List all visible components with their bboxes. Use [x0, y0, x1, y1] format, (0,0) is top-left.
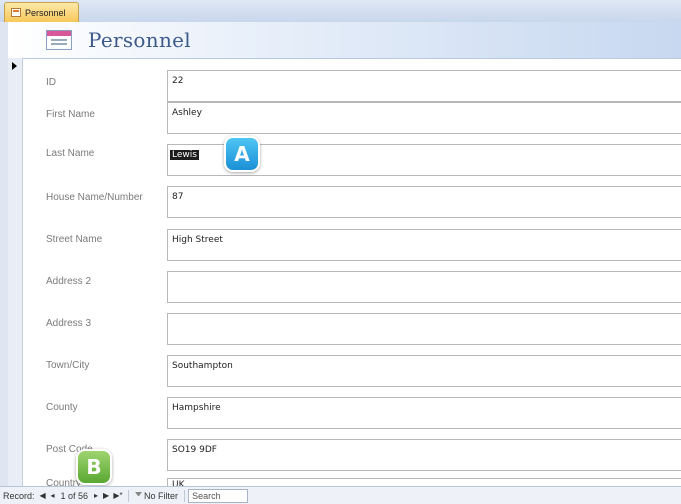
field-value: Hampshire	[172, 403, 221, 413]
callout-a-badge: A	[224, 136, 260, 172]
form-icon	[11, 8, 21, 17]
field-label: House Name/Number	[46, 192, 143, 203]
form-header: Personnel	[8, 22, 681, 59]
record-navigation-bar: Record: ◀ ◂ 1 of 56 ▸ ▶ ▶* No Filter Sea…	[0, 486, 681, 504]
field-label: Address 3	[46, 318, 92, 329]
filter-label: No Filter	[144, 490, 179, 501]
field-value: SO19 9DF	[172, 445, 217, 455]
field-label: ID	[46, 77, 56, 88]
record-label: Record:	[3, 490, 35, 501]
current-record-input[interactable]: 1 of 56	[58, 488, 92, 503]
divider	[184, 489, 186, 502]
field-label: Last Name	[46, 148, 95, 159]
previous-record-button[interactable]: ◂	[48, 490, 58, 502]
divider	[128, 489, 130, 502]
address-3-field[interactable]	[167, 313, 681, 345]
field-value: 22	[172, 76, 184, 86]
field-label: Street Name	[46, 234, 103, 245]
street-name-field[interactable]: High Street	[167, 229, 681, 261]
page-title: Personnel	[88, 28, 191, 52]
post-code-field[interactable]: SO19 9DF	[167, 439, 681, 471]
new-record-button[interactable]: ▶*	[111, 490, 125, 502]
field-label: Town/City	[46, 360, 90, 371]
id-field[interactable]: 22	[167, 70, 681, 102]
document-tab-bar: Personnel	[0, 0, 681, 23]
county-field[interactable]: Hampshire	[167, 397, 681, 429]
field-value: High Street	[172, 235, 223, 245]
first-record-button[interactable]: ◀	[38, 490, 48, 502]
form-header-icon	[46, 30, 72, 50]
next-record-button[interactable]: ▸	[91, 490, 101, 502]
filter-icon	[135, 492, 143, 499]
current-record-arrow-icon	[12, 62, 17, 70]
search-input[interactable]: Search	[188, 488, 249, 503]
field-value: 87	[172, 192, 184, 202]
record-selector[interactable]	[8, 58, 23, 486]
filter-toggle[interactable]: No Filter	[132, 488, 181, 503]
field-value: Southampton	[172, 361, 233, 371]
field-row-country: Country UK	[22, 472, 681, 486]
field-label: Address 2	[46, 276, 92, 287]
house-number-field[interactable]: 87	[167, 186, 681, 218]
field-label: County	[46, 402, 78, 413]
address-2-field[interactable]	[167, 271, 681, 303]
field-value-selected: Lewis	[170, 150, 199, 160]
last-record-button[interactable]: ▶	[101, 490, 111, 502]
field-value: Ashley	[172, 108, 202, 118]
tab-label: Personnel	[25, 7, 66, 18]
town-city-field[interactable]: Southampton	[167, 355, 681, 387]
callout-b-badge: B	[76, 449, 112, 485]
first-name-field[interactable]: Ashley	[167, 102, 681, 134]
tab-personnel[interactable]: Personnel	[4, 2, 79, 22]
field-label: First Name	[46, 109, 95, 120]
country-field[interactable]: UK	[167, 478, 681, 486]
